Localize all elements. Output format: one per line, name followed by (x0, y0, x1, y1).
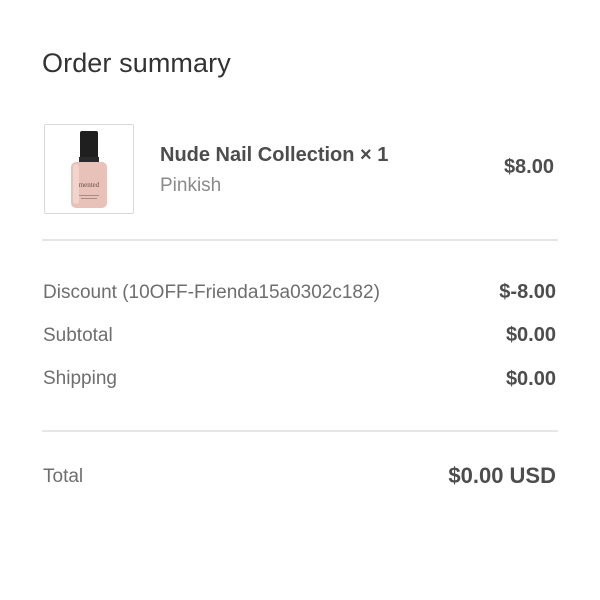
divider (42, 239, 558, 241)
nail-polish-bottle-icon: mented (71, 131, 107, 208)
discount-label: Discount (10OFF-Frienda15a0302c182) (43, 282, 380, 303)
shipping-value: $0.00 (505, 368, 556, 390)
total-label: Total (43, 466, 84, 487)
order-summary-page: Order summary mented Nude Nail Collectio… (0, 0, 600, 600)
discount-value: $-8.00 (499, 281, 556, 303)
total-value: $0.00 USD (448, 463, 556, 488)
product-name: Nude Nail Collection × 1 (160, 144, 389, 166)
divider (42, 430, 558, 432)
product-variant: Pinkish (160, 175, 222, 196)
bottle-brand-text: mented (79, 181, 100, 189)
subtotal-value: $0.00 (505, 324, 556, 346)
product-price: $8.00 (503, 156, 554, 178)
subtotal-label: Subtotal (43, 325, 113, 346)
shipping-label: Shipping (43, 368, 117, 389)
page-title: Order summary (42, 48, 231, 78)
order-item: mented Nude Nail Collection × 1 Pinkish … (44, 124, 558, 214)
product-thumbnail: mented (44, 124, 134, 214)
